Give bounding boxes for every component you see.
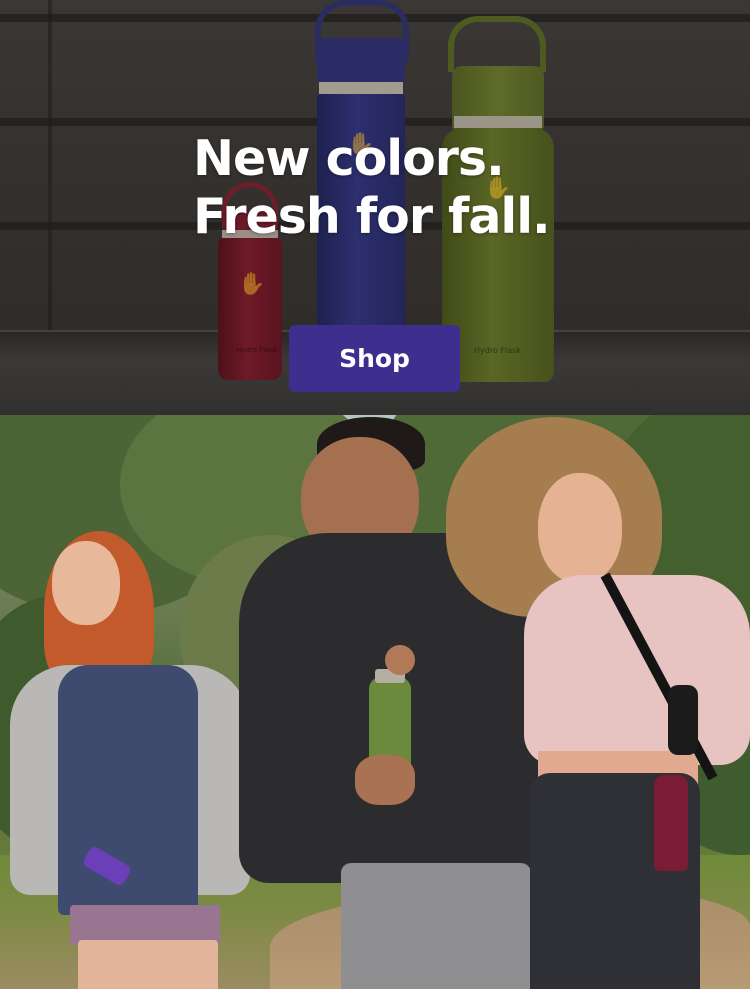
bottle-body: [218, 238, 282, 380]
pink-sweatshirt: [524, 575, 750, 765]
crossbody-bag: [668, 685, 698, 755]
woman-right: [440, 415, 750, 989]
lilac-shorts: [70, 905, 220, 945]
bottle-handle: [448, 16, 546, 72]
legs: [78, 940, 218, 989]
hydro-flask-logo-icon: ✋: [238, 272, 266, 297]
hero-headline-line-1: New colors.: [193, 130, 505, 187]
wall-post: [48, 0, 52, 332]
hand: [385, 645, 415, 675]
hero-banner: ✋ Hydro Flask ✋ ✋ Hydro Flask New colors…: [0, 0, 750, 415]
burgundy-bottle: [654, 775, 688, 871]
navy-tshirt: [58, 665, 198, 915]
hero-headline: New colors. Fresh for fall.: [193, 130, 551, 246]
woman-left: [0, 525, 260, 989]
bottle-ring: [319, 82, 403, 94]
woman-left-face: [52, 541, 120, 625]
bottle-cap: [317, 38, 405, 84]
woman-right-face: [538, 473, 622, 583]
lifestyle-photo: [0, 415, 750, 989]
hero-headline-line-2: Fresh for fall.: [193, 188, 551, 245]
bottle-brand-text: Hydro Flask: [474, 346, 521, 355]
shop-button[interactable]: Shop: [289, 325, 460, 392]
bottle-ring: [454, 116, 542, 128]
hand: [355, 755, 415, 805]
bottle-brand-text: Hydro Flask: [236, 346, 278, 354]
